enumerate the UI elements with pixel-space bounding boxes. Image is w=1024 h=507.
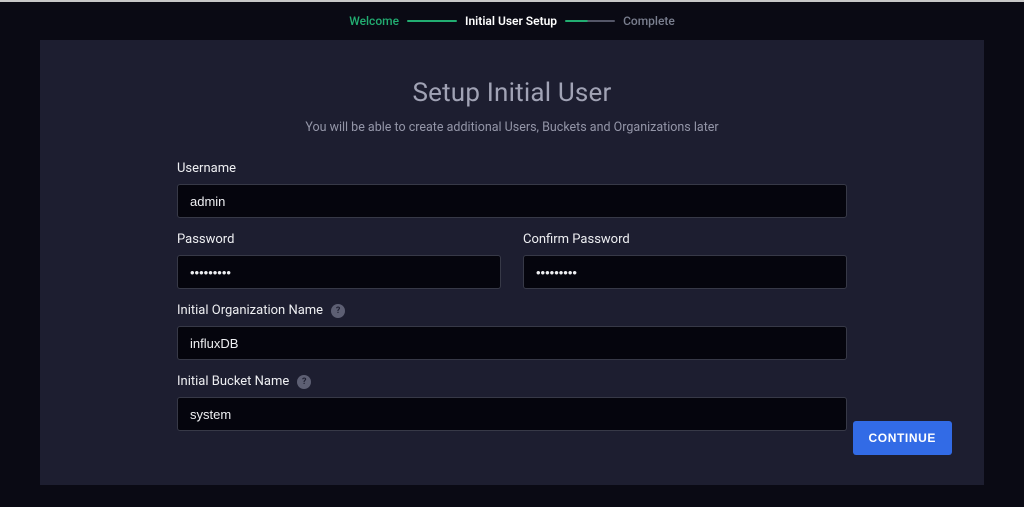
help-icon[interactable]: ? [297,375,311,389]
bucket-input[interactable] [177,397,847,431]
org-label: Initial Organization Name ? [177,303,847,318]
wizard-step-label: Welcome [349,14,399,28]
page-title: Setup Initial User [40,78,984,108]
setup-panel: Setup Initial User You will be able to c… [40,40,984,485]
password-label: Password [177,232,501,247]
bucket-label-text: Initial Bucket Name [177,374,289,389]
wizard-steps: Welcome Initial User Setup Complete [0,2,1024,40]
confirm-password-input[interactable] [523,255,847,289]
wizard-step-welcome: Welcome [349,14,457,28]
username-field-group: Username [177,161,847,218]
wizard-step-complete: Complete [623,14,675,28]
help-icon[interactable]: ? [331,304,345,318]
org-label-text: Initial Organization Name [177,303,323,318]
confirm-password-field-group: Confirm Password [523,232,847,289]
setup-form: Username Password Confirm Password Initi… [177,161,847,431]
username-input[interactable] [177,184,847,218]
wizard-step-label: Initial User Setup [465,14,557,28]
username-label: Username [177,161,847,176]
wizard-connector [565,20,615,22]
org-field-group: Initial Organization Name ? [177,303,847,360]
wizard-connector [407,20,457,22]
page-subtitle: You will be able to create additional Us… [40,120,984,135]
bucket-label: Initial Bucket Name ? [177,374,847,389]
org-input[interactable] [177,326,847,360]
continue-button[interactable]: CONTINUE [853,421,952,455]
bucket-field-group: Initial Bucket Name ? [177,374,847,431]
password-field-group: Password [177,232,501,289]
wizard-step-initial-user: Initial User Setup [465,14,615,28]
password-input[interactable] [177,255,501,289]
wizard-step-label: Complete [623,14,675,28]
confirm-password-label: Confirm Password [523,232,847,247]
